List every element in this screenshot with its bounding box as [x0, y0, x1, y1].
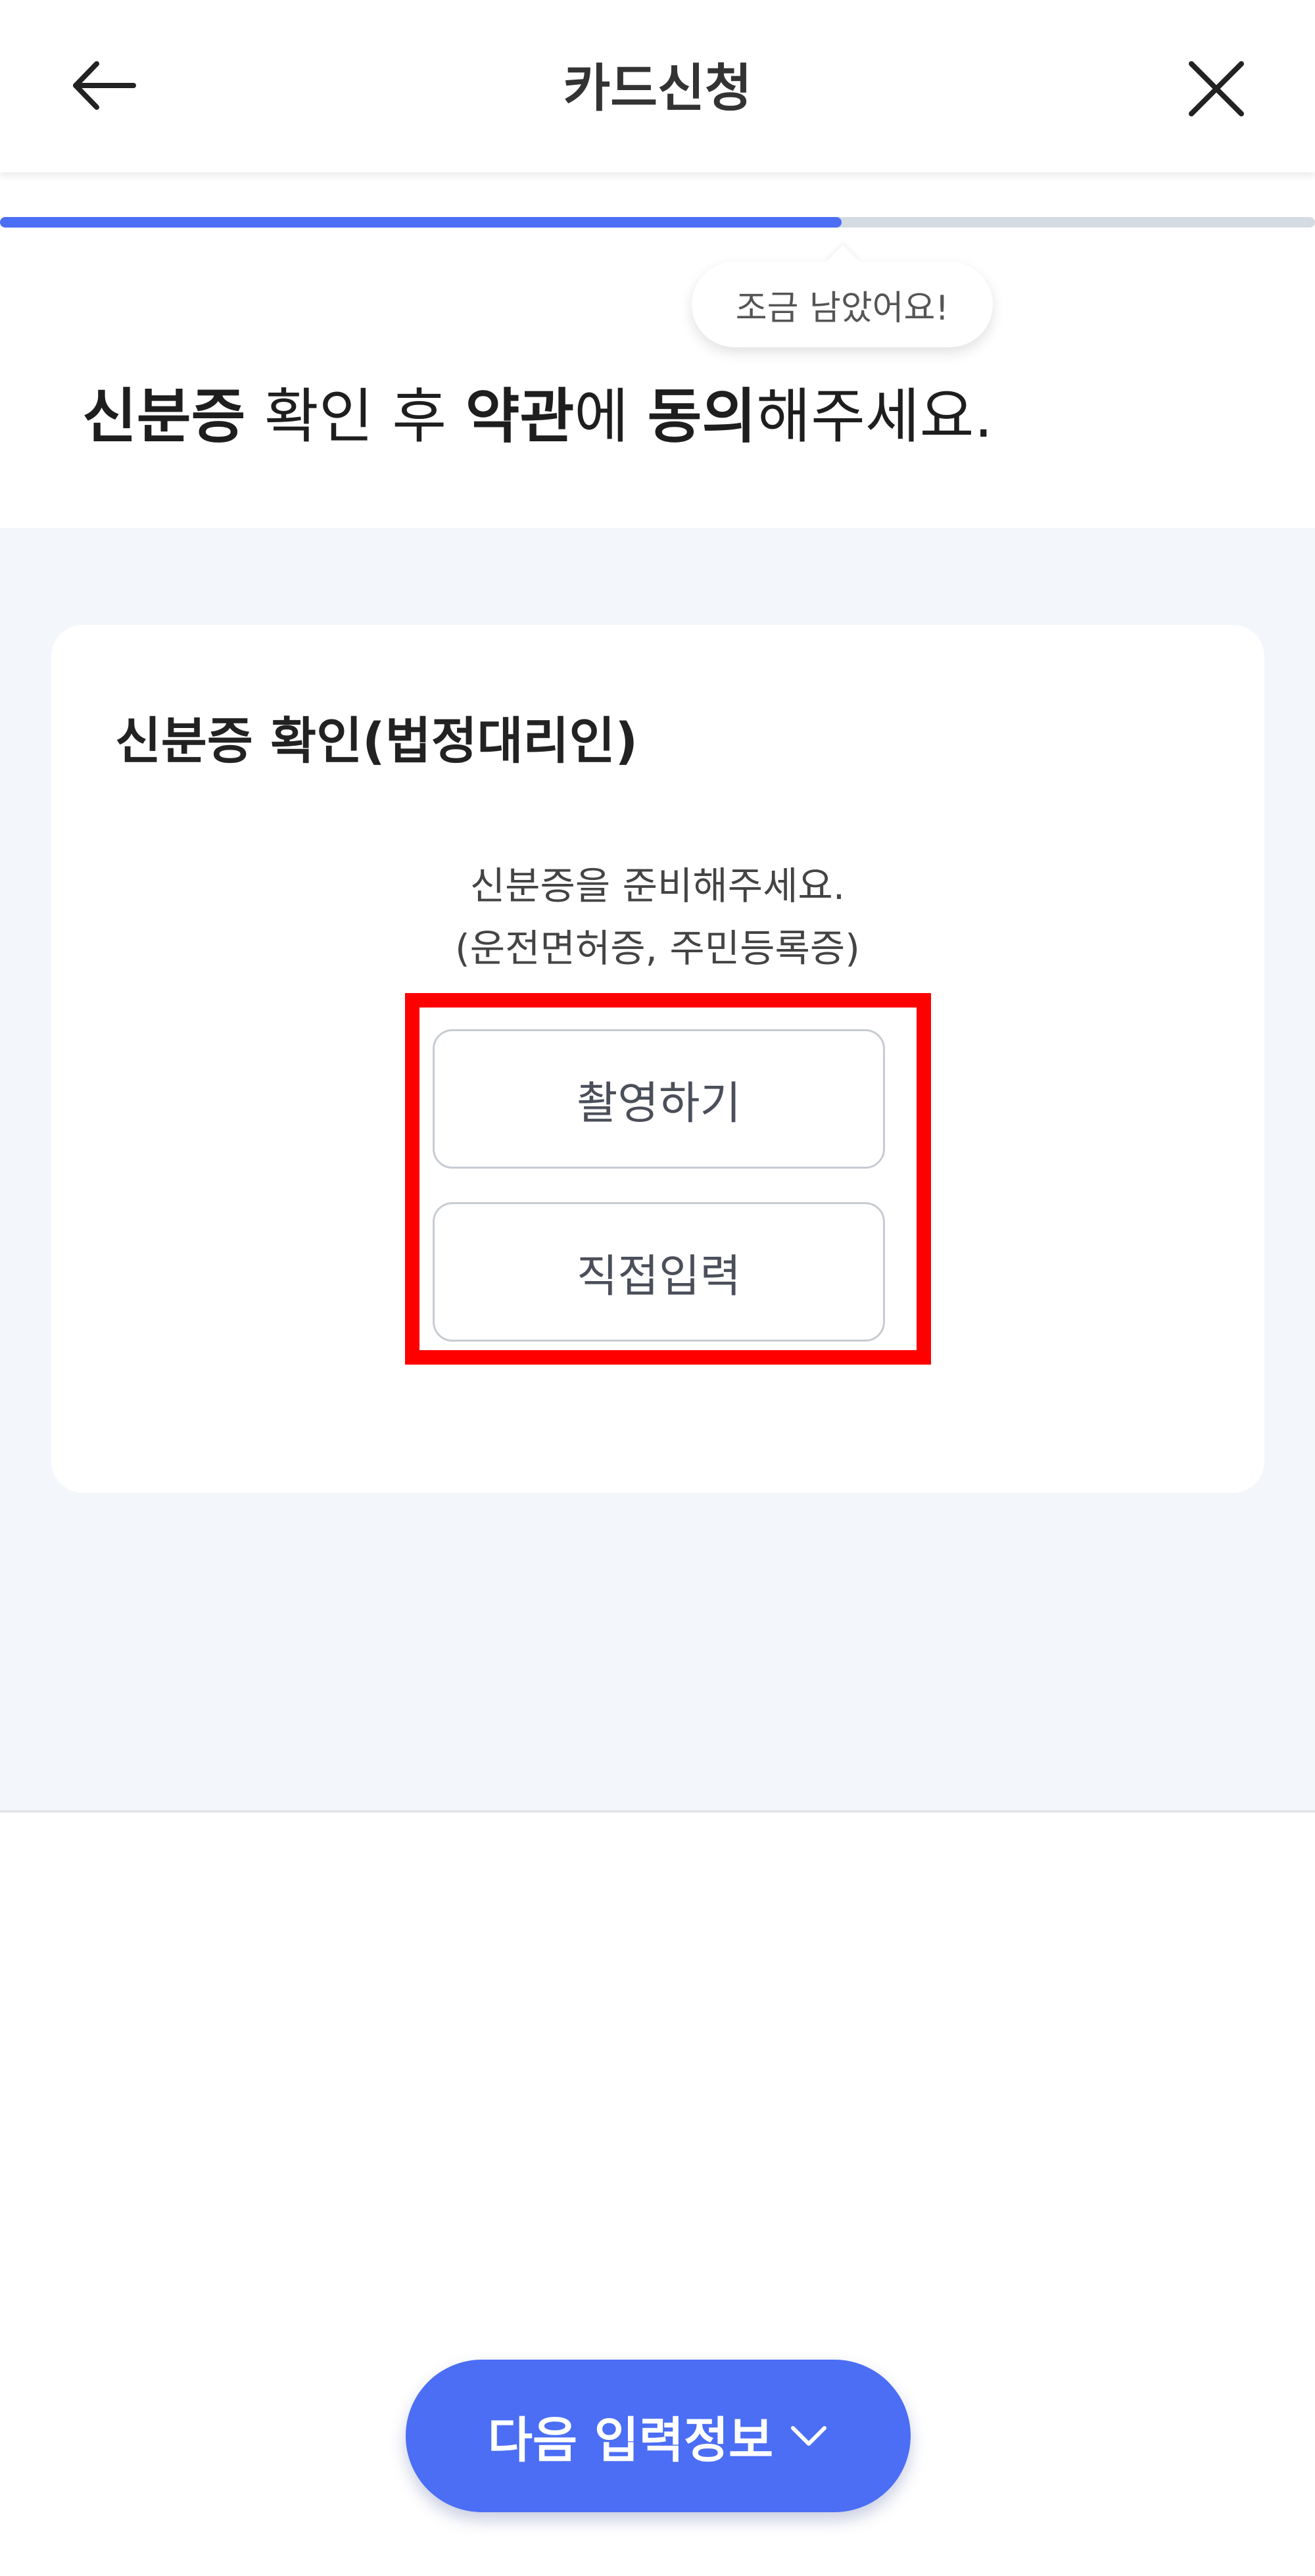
next-info-button[interactable]: 다음 입력정보	[406, 2360, 911, 2512]
next-info-label: 다음 입력정보	[487, 2412, 774, 2469]
card-title: 신분증 확인(법정대리인)	[115, 712, 638, 770]
instruction-headline: 신분증 확인 후 약관에 동의해주세요.	[82, 368, 993, 454]
take-photo-button[interactable]: 촬영하기	[433, 1029, 885, 1169]
progress-fill	[0, 217, 842, 228]
close-icon	[1189, 61, 1244, 116]
close-button[interactable]	[1184, 56, 1249, 122]
page-title: 카드신청	[563, 59, 752, 118]
progress-tooltip: 조금 남았어요!	[692, 262, 993, 347]
card-description-line2: (운전면허증, 주민등록증)	[455, 926, 860, 971]
progress-bar	[0, 217, 1315, 228]
headline-text: 에	[574, 382, 648, 451]
headline-emphasis-id: 신분증	[82, 382, 246, 451]
manual-input-button[interactable]: 직접입력	[433, 1202, 885, 1342]
headline-text: 해주세요.	[756, 382, 993, 451]
chevron-down-icon	[791, 2426, 827, 2446]
progress-tooltip-text: 조금 남았어요!	[735, 288, 949, 328]
card-description-line1: 신분증을 준비해주세요.	[469, 863, 846, 908]
headline-text: 확인 후	[245, 382, 466, 451]
headline-emphasis-agree: 동의	[647, 382, 757, 451]
header-bar: 카드신청	[0, 0, 1315, 172]
headline-emphasis-terms: 약관	[465, 382, 575, 451]
